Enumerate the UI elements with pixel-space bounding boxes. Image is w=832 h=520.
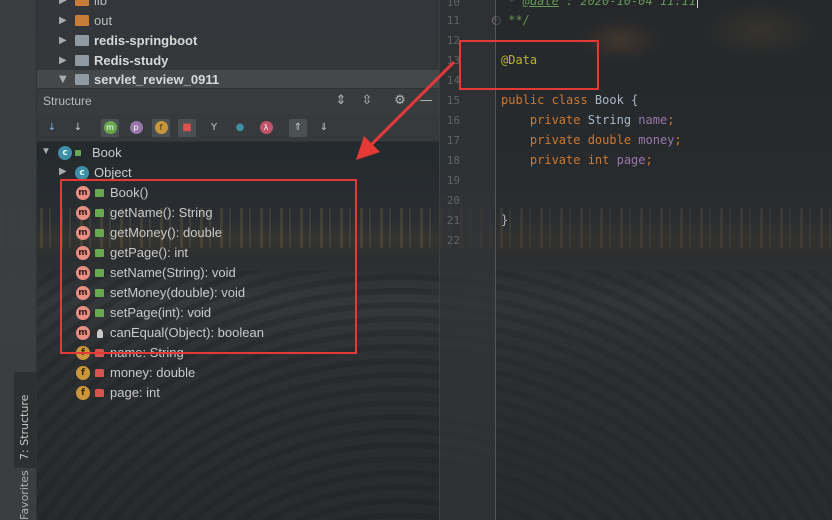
chevron-down-icon[interactable]: ▼ bbox=[41, 146, 51, 157]
expand-all-icon[interactable]: ⇕ bbox=[333, 93, 349, 109]
module-folder-icon bbox=[75, 73, 89, 85]
code-line-10: * @date : 2020-10-04 11:11 bbox=[501, 0, 699, 8]
annotation-highlight-methods bbox=[60, 179, 357, 354]
list-item[interactable]: f page: int bbox=[37, 383, 439, 403]
project-item-out[interactable]: ▶ out bbox=[37, 10, 439, 30]
line-number: 10 bbox=[446, 0, 460, 9]
show-properties-icon[interactable]: p bbox=[127, 119, 145, 137]
line-number: 22 bbox=[446, 234, 460, 247]
show-fields-icon[interactable]: f bbox=[152, 119, 170, 137]
annotation-arrow-icon bbox=[356, 60, 456, 160]
chevron-right-icon[interactable]: ▶ bbox=[59, 35, 67, 46]
member-label: money: double bbox=[110, 365, 196, 380]
field-icon: f bbox=[76, 366, 90, 380]
code-line-15: public class Book { bbox=[501, 93, 639, 107]
class-icon: c bbox=[75, 166, 89, 180]
code-line-21: } bbox=[501, 213, 509, 227]
project-item-label: out bbox=[94, 12, 113, 28]
annotation-highlight-data bbox=[459, 40, 599, 90]
module-folder-icon bbox=[75, 54, 89, 66]
module-folder-icon bbox=[75, 34, 89, 46]
list-item[interactable]: f money: double bbox=[37, 363, 439, 383]
project-item-label: Redis-study bbox=[94, 52, 169, 68]
project-item-label: redis-springboot bbox=[94, 32, 198, 48]
chevron-right-icon[interactable]: ▶ bbox=[59, 15, 67, 26]
chevron-down-icon[interactable]: ▼ bbox=[59, 74, 67, 85]
folder-icon bbox=[75, 14, 89, 26]
member-label: page: int bbox=[110, 385, 160, 400]
line-number: 20 bbox=[446, 194, 460, 207]
show-non-public-icon[interactable]: ■ bbox=[178, 119, 196, 137]
line-number: 12 bbox=[446, 34, 460, 47]
line-number: 19 bbox=[446, 174, 460, 187]
class-name: Book bbox=[92, 145, 122, 160]
chevron-right-icon[interactable]: ▶ bbox=[59, 55, 67, 66]
sort-by-visibility-icon[interactable]: ↓ bbox=[43, 119, 61, 137]
left-tool-stripe: 7: Structure Favorites bbox=[0, 0, 37, 520]
show-inherited-icon[interactable]: m bbox=[101, 119, 119, 137]
structure-title: Structure bbox=[43, 94, 92, 108]
structure-side-tab[interactable]: 7: Structure bbox=[14, 372, 36, 468]
code-line-18: private int page; bbox=[501, 153, 653, 167]
class-icon: c bbox=[58, 146, 72, 160]
project-item-label: lib bbox=[94, 0, 108, 8]
autoscroll-to-source-icon[interactable]: ⇑ bbox=[289, 119, 307, 137]
chevron-right-icon[interactable]: ▶ bbox=[59, 0, 67, 6]
autoscroll-from-source-icon[interactable]: ⇓ bbox=[315, 119, 333, 137]
project-item-lib[interactable]: ▶ lib bbox=[37, 0, 439, 10]
lock-icon bbox=[95, 389, 104, 397]
field-icon: f bbox=[76, 386, 90, 400]
favorites-side-tab[interactable]: Favorites bbox=[18, 470, 31, 520]
line-number: 11 bbox=[446, 14, 460, 27]
project-item-label: servlet_review_0911 bbox=[94, 71, 220, 87]
code-line-17: private double money; bbox=[501, 133, 682, 147]
code-line-16: private String name; bbox=[501, 113, 675, 127]
show-lambdas-icon[interactable]: λ bbox=[257, 119, 275, 137]
sort-alphabetically-icon[interactable]: ↓ bbox=[69, 119, 87, 137]
superclass-name: Object bbox=[94, 165, 132, 180]
folder-icon bbox=[75, 0, 89, 6]
structure-side-tab-label: 7: Structure bbox=[18, 394, 31, 460]
project-item-redis-springboot[interactable]: ▶ redis-springboot bbox=[37, 30, 439, 50]
chevron-right-icon[interactable]: ▶ bbox=[59, 166, 67, 177]
show-anonymous-icon[interactable]: ● bbox=[231, 119, 249, 137]
line-number: 21 bbox=[446, 214, 460, 227]
public-visibility-icon bbox=[75, 150, 81, 156]
show-inherited-members-icon[interactable]: Y bbox=[205, 119, 223, 137]
lock-icon bbox=[95, 369, 104, 377]
code-line-11: **/ bbox=[501, 13, 530, 27]
